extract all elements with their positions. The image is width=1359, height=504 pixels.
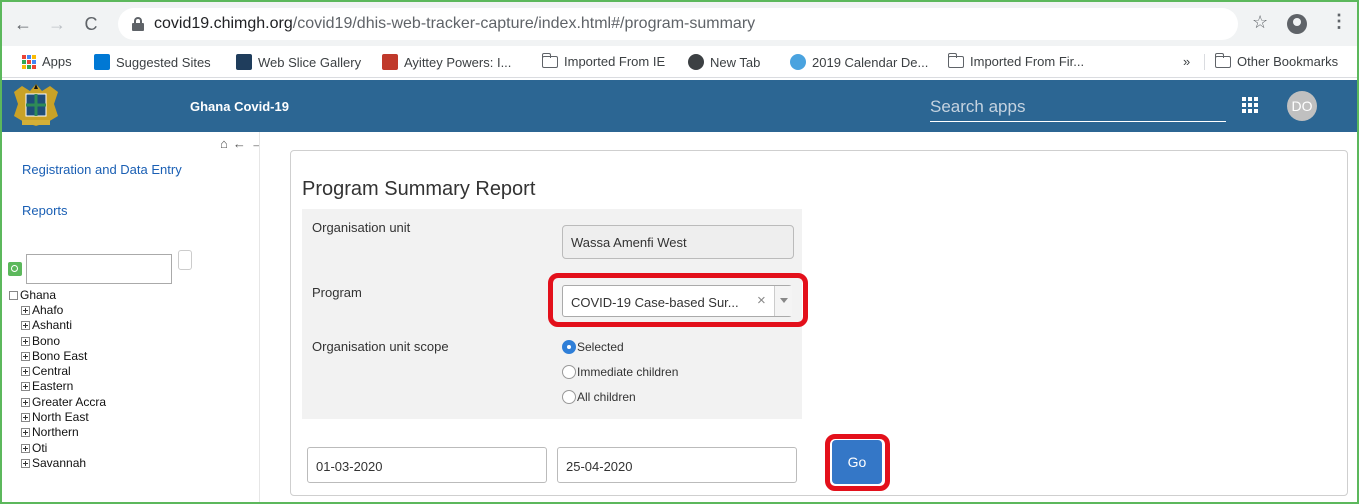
tree-item[interactable]: Central [8, 364, 258, 379]
radio-unchecked-icon [562, 390, 576, 404]
back-arrow-icon[interactable]: ← [12, 13, 34, 35]
bookmark-apps[interactable]: Apps [22, 54, 72, 69]
forward-arrow-icon[interactable]: → [46, 13, 68, 35]
bookmark-star-icon[interactable]: ☆ [1252, 12, 1268, 33]
go-button-highlight [825, 434, 890, 491]
app-header: Ghana Covid-19 DO [2, 80, 1357, 132]
bookmark-imported-firefox[interactable]: Imported From Fir... [947, 52, 1084, 69]
reload-icon[interactable]: C [80, 13, 102, 35]
tree-item[interactable]: Bono [8, 334, 258, 349]
tree-item[interactable]: Ashanti [8, 318, 258, 333]
org-unit-field: Wassa Amenfi West [562, 225, 794, 259]
bookmark-new-tab[interactable]: New Tab [688, 54, 760, 70]
page-title: Program Summary Report [302, 178, 536, 200]
url-text: covid19.chimgh.org/covid19/dhis-web-trac… [154, 15, 756, 32]
org-unit-label: Organisation unit [312, 220, 411, 235]
program-highlight [548, 273, 808, 327]
tree-item[interactable]: Bono East [8, 349, 258, 364]
bookmark-2019-calendar[interactable]: 2019 Calendar De... [790, 54, 928, 70]
search-apps-input[interactable] [930, 92, 1226, 122]
web-slice-icon [236, 54, 252, 70]
sidebar: ⌂←→ Registration and Data Entry Reports … [2, 132, 260, 504]
search-options-button[interactable] [178, 250, 192, 270]
globe-icon [688, 54, 704, 70]
org-unit-search-input[interactable] [26, 254, 172, 284]
bing-icon [94, 54, 110, 70]
tree-item[interactable]: Greater Accra [8, 395, 258, 410]
sidebar-link-reports[interactable]: Reports [22, 203, 68, 218]
radio-checked-icon [562, 340, 576, 354]
tree-root-ghana[interactable]: Ghana [8, 288, 258, 303]
tree-item[interactable]: Northern [8, 425, 258, 440]
bookmark-other-bookmarks[interactable]: Other Bookmarks [1214, 52, 1338, 69]
scope-label: Organisation unit scope [312, 339, 449, 354]
tree-item[interactable]: Savannah [8, 456, 258, 471]
org-unit-tree: Ghana Ahafo Ashanti Bono Bono East Centr… [8, 288, 258, 471]
radio-unchecked-icon [562, 365, 576, 379]
account-icon[interactable] [1287, 14, 1307, 34]
folder-icon [1214, 52, 1231, 68]
bookmark-ayittey[interactable]: Ayittey Powers: I... [382, 54, 511, 70]
bookmark-web-slice-gallery[interactable]: Web Slice Gallery [236, 54, 361, 70]
ghana-coat-of-arms-logo[interactable] [8, 82, 64, 128]
lock-icon [132, 17, 144, 31]
folder-icon [541, 52, 558, 68]
profile-avatar[interactable]: DO [1287, 91, 1317, 121]
app-title: Ghana Covid-19 [190, 99, 289, 114]
bookmarks-overflow-chevron-icon[interactable]: » [1183, 54, 1190, 69]
tree-item[interactable]: Eastern [8, 379, 258, 394]
tree-item[interactable]: Oti [8, 441, 258, 456]
tree-item[interactable]: Ahafo [8, 303, 258, 318]
program-label: Program [312, 285, 362, 300]
sidebar-link-registration[interactable]: Registration and Data Entry [22, 162, 182, 177]
apps-grid-icon [22, 54, 36, 69]
tree-item[interactable]: North East [8, 410, 258, 425]
search-icon[interactable] [8, 262, 22, 276]
browser-toolbar: ← → C covid19.chimgh.org/covid19/dhis-we… [2, 2, 1357, 46]
calendar-site-icon [790, 54, 806, 70]
ayittey-icon [382, 54, 398, 70]
address-bar[interactable]: covid19.chimgh.org/covid19/dhis-web-trac… [118, 8, 1238, 40]
browser-menu-icon[interactable]: ⋮ [1330, 11, 1348, 32]
bookmarks-bar: Apps Suggested Sites Web Slice Gallery A… [2, 46, 1357, 78]
apps-menu-icon[interactable] [1242, 97, 1258, 113]
bookmark-suggested-sites[interactable]: Suggested Sites [94, 54, 211, 70]
end-date-input[interactable]: 25-04-2020 [557, 447, 797, 483]
folder-icon [947, 52, 964, 68]
bookmarks-divider [1204, 54, 1205, 70]
bookmark-imported-ie[interactable]: Imported From IE [541, 52, 665, 69]
start-date-input[interactable]: 01-03-2020 [307, 447, 547, 483]
sidebar-nav-icons[interactable]: ⌂←→ [220, 136, 259, 151]
